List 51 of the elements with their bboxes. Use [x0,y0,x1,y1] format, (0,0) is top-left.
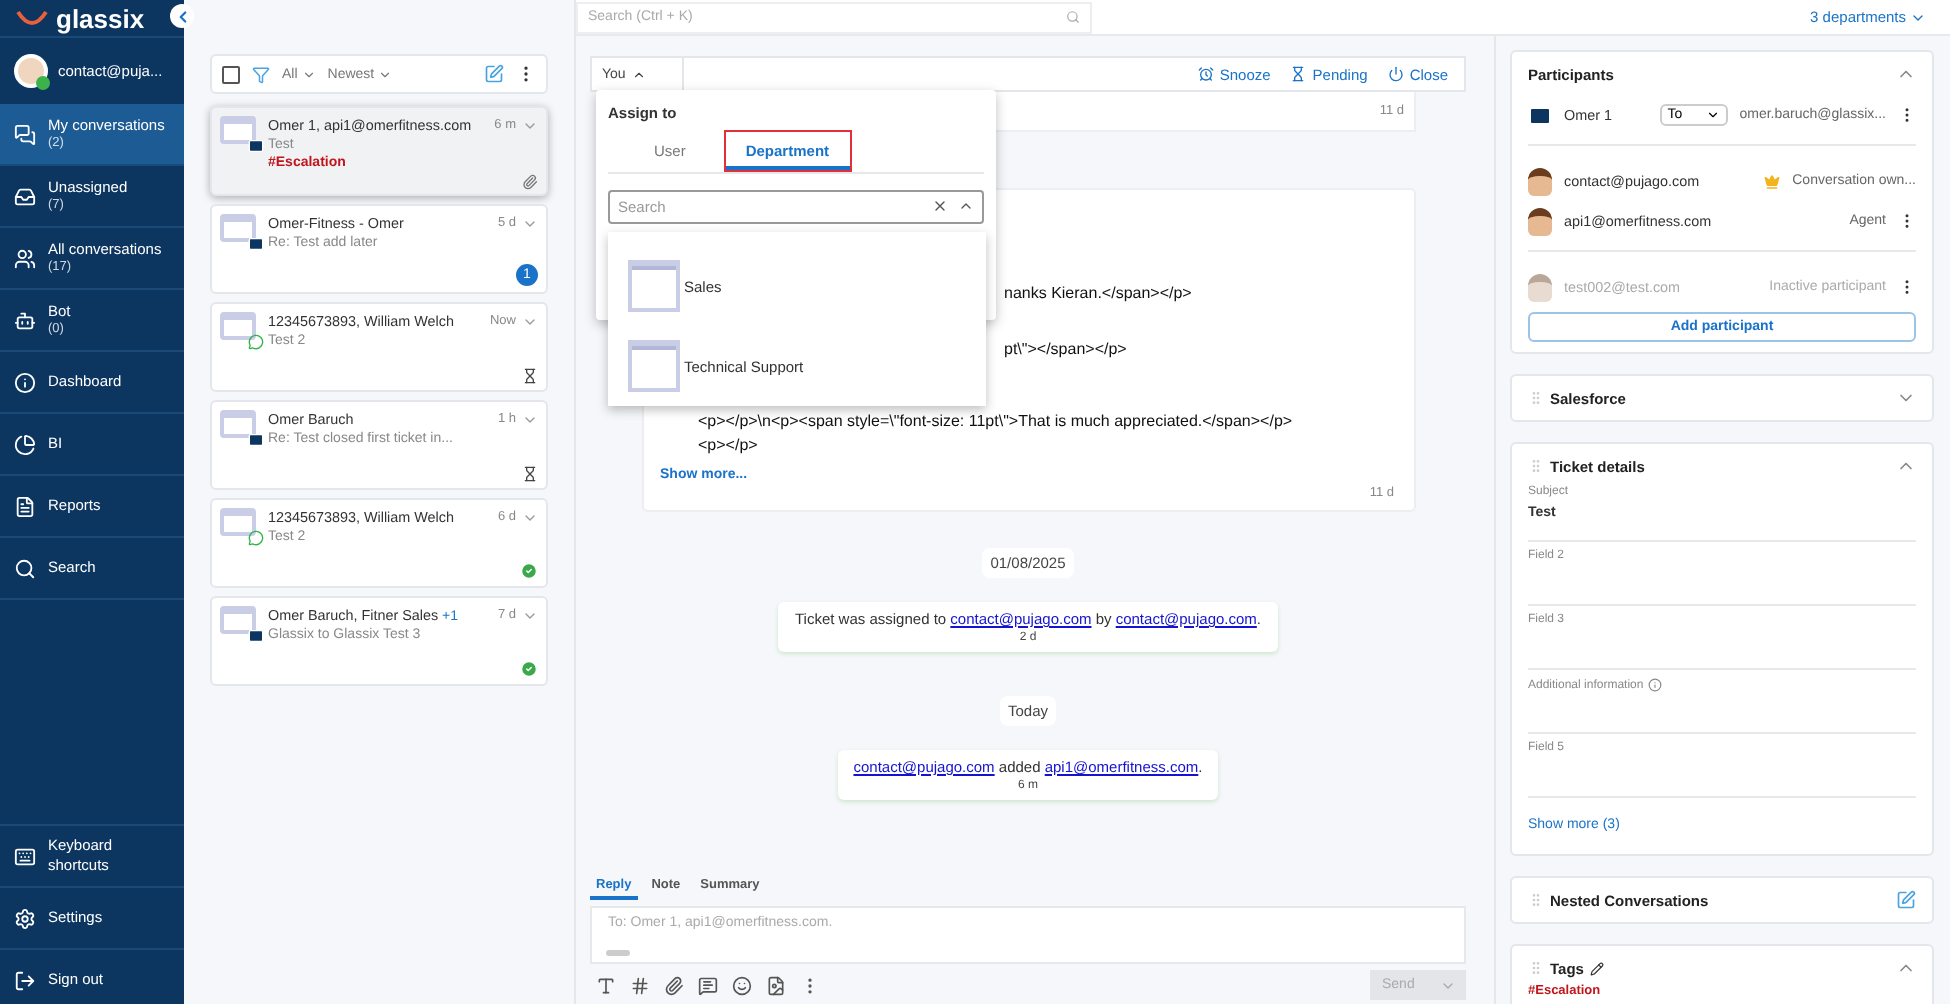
drag-handle-icon[interactable] [1528,892,1544,908]
text-format-icon[interactable] [596,975,616,995]
paperclip-icon[interactable] [664,975,684,995]
nav-icon [14,845,36,867]
chevron-down-icon[interactable] [1705,108,1720,122]
chevron-up-icon[interactable] [631,67,646,81]
mail-icon [248,236,264,252]
drag-handle-icon[interactable] [1528,390,1544,406]
filter-icon[interactable] [252,65,270,83]
nav-icon [14,371,36,393]
crown-icon [1764,173,1781,189]
edit-icon[interactable] [1896,890,1916,910]
window-icon [628,340,680,392]
pencil-icon[interactable] [1589,961,1604,975]
nav-icon [14,123,36,145]
chat-bubble-icon [248,530,264,546]
clear-icon[interactable] [932,198,948,214]
chevron-up-icon[interactable] [958,198,974,214]
smile-logo-icon [16,9,48,27]
alarm-clock-icon[interactable] [1197,66,1214,82]
compose-icon[interactable] [484,64,504,84]
message-text: <p></p>\n<p><span style=\"font-size: 11pt\">That is much appreciated.</span></p> [698,410,1293,434]
nav-icon [14,907,36,929]
online-dot [36,76,50,90]
drag-handle-icon[interactable] [1528,960,1544,976]
chat-bubble-icon [248,334,264,350]
file-icon[interactable] [766,975,786,995]
message-text: <p></p> [698,434,758,458]
window-icon [628,260,680,312]
power-icon[interactable] [1387,66,1404,82]
avatar[interactable] [14,54,48,88]
emoji-icon[interactable] [732,975,752,995]
mail-icon [248,138,264,154]
nav-icon [14,309,36,331]
nav-icon [14,185,36,207]
hourglass-icon[interactable] [1290,66,1307,82]
message-text: nanks Kieran.</span></p> [1004,282,1192,306]
dots-icon [606,950,630,956]
chat-bubble-icon[interactable] [698,975,718,995]
nav-icon [14,433,36,455]
nav-icon [14,247,36,269]
nav-icon [14,969,36,991]
drag-handle-icon[interactable] [1528,458,1544,474]
mail-icon [1528,103,1552,127]
message-text: pt\"></span></p> [1004,338,1127,362]
mail-icon [248,432,264,448]
select-all-checkbox[interactable] [222,65,240,83]
mail-icon [248,628,264,644]
hash-icon[interactable] [630,975,650,995]
nav-icon [14,495,36,517]
nav-icon [14,557,36,579]
